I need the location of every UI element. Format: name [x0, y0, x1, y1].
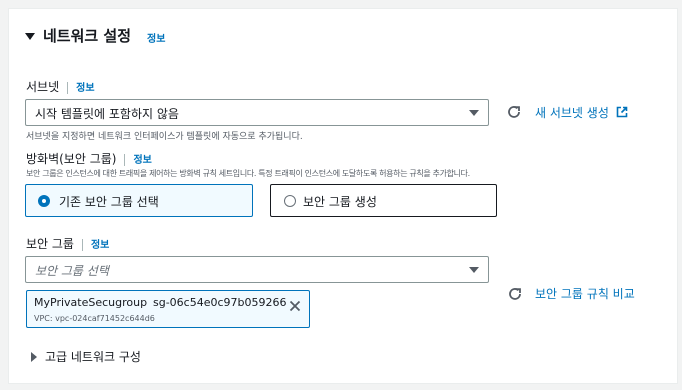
collapse-caret-icon[interactable] [25, 33, 35, 40]
security-group-label-text: 보안 그룹 [26, 237, 74, 251]
advanced-network-config-label: 고급 네트워크 구성 [45, 350, 141, 364]
subnet-label: 서브넷 정보 [26, 78, 95, 95]
existing-security-group-option[interactable]: 기존 보안 그룹 선택 [25, 184, 253, 217]
external-link-icon [616, 106, 628, 121]
firewall-label-text: 방화벽(보안 그룹) [26, 152, 117, 166]
new-subnet-link[interactable]: 새 서브넷 생성 [535, 104, 628, 121]
selected-security-group-token: MyPrivateSecugroup sg-06c54e0c97b059266 … [26, 290, 310, 328]
section-title: 네트워크 설정 [43, 27, 132, 45]
radio-selected-icon [38, 195, 50, 207]
remove-token-icon[interactable] [289, 297, 301, 312]
subnet-label-text: 서브넷 [26, 80, 60, 94]
security-group-label: 보안 그룹 정보 [26, 235, 109, 252]
firewall-hint: 보안 그룹은 인스턴스에 대한 트래픽을 제어하는 방화벽 규칙 세트입니다. … [26, 169, 470, 178]
section-info-link[interactable]: 정보 [147, 30, 165, 45]
chevron-down-icon [469, 110, 479, 116]
subnet-select-value: 시작 템플릿에 포함하지 않음 [35, 107, 179, 121]
radio-unselected-icon [284, 195, 296, 207]
existing-security-group-label: 기존 보안 그룹 선택 [59, 195, 159, 209]
create-security-group-option[interactable]: 보안 그룹 생성 [270, 184, 497, 217]
token-vpc: VPC: vpc-024caf71452c644d6 [34, 314, 155, 323]
network-settings-panel: 네트워크 설정 정보 서브넷 정보 시작 템플릿에 포함하지 않음 새 서브넷 생… [8, 8, 678, 384]
chevron-down-icon [469, 267, 479, 273]
token-id: sg-06c54e0c97b059266 [153, 296, 287, 309]
subnet-hint: 서브넷을 지정하면 네트워크 인터페이스가 템플릿에 자동으로 추가됩니다. [26, 132, 303, 142]
refresh-security-groups-icon[interactable] [507, 286, 523, 302]
firewall-label: 방화벽(보안 그룹) 정보 [26, 150, 152, 167]
caret-right-icon [31, 351, 37, 362]
create-security-group-label: 보안 그룹 생성 [303, 195, 377, 209]
security-group-placeholder: 보안 그룹 선택 [35, 264, 109, 278]
new-subnet-label: 새 서브넷 생성 [535, 106, 609, 120]
advanced-network-config-toggle[interactable]: 고급 네트워크 구성 [31, 346, 141, 365]
compare-rules-link[interactable]: 보안 그룹 규칙 비교 [535, 285, 635, 302]
security-group-info-link[interactable]: 정보 [91, 240, 109, 251]
divider [124, 153, 126, 166]
subnet-info-link[interactable]: 정보 [76, 83, 94, 94]
security-group-select[interactable]: 보안 그룹 선택 [25, 256, 489, 283]
refresh-subnets-icon[interactable] [506, 104, 522, 120]
token-name: MyPrivateSecugroup [34, 296, 148, 309]
divider [81, 238, 83, 251]
subnet-select[interactable]: 시작 템플릿에 포함하지 않음 [25, 99, 489, 126]
divider [67, 81, 69, 94]
firewall-info-link[interactable]: 정보 [133, 155, 151, 166]
